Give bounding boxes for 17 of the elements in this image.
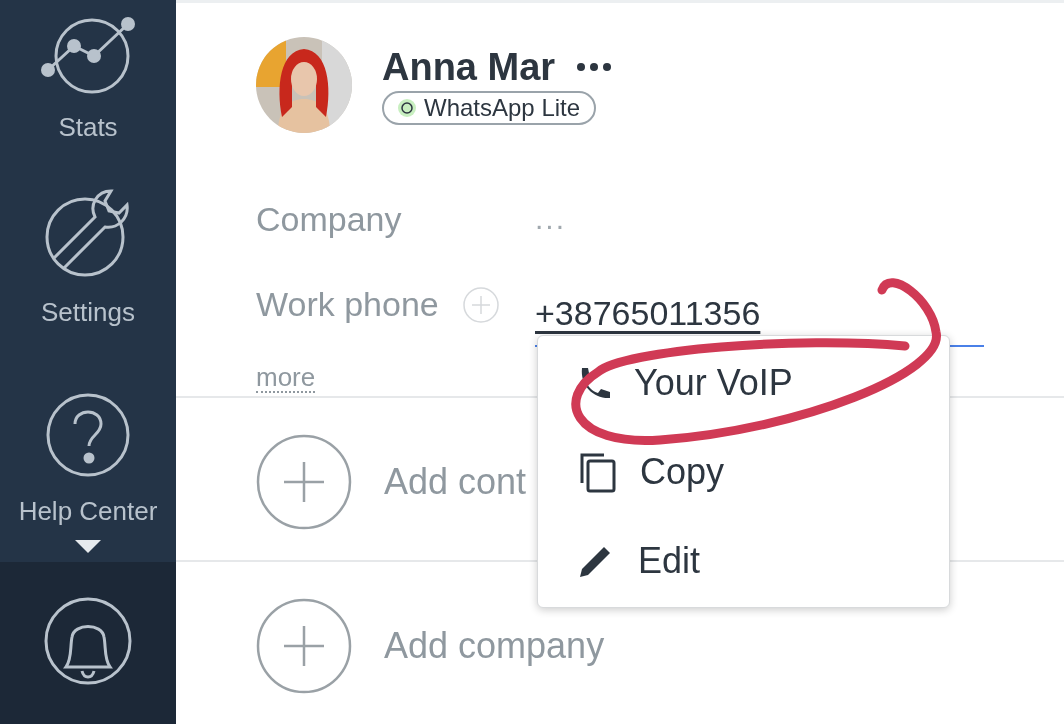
add-icon[interactable]	[462, 286, 499, 323]
sidebar-item[interactable]: Help Center	[0, 335, 176, 562]
more-options-icon[interactable]	[577, 63, 612, 71]
contact-name: Anna Mar	[382, 45, 556, 89]
field-label: Work phone	[256, 285, 439, 324]
sidebar-item[interactable]: Settings	[0, 150, 176, 335]
phone-link[interactable]: +38765011356	[535, 294, 761, 333]
menu-item[interactable]: Edit	[538, 516, 949, 605]
help-icon	[45, 392, 131, 478]
field-label: Company	[256, 200, 402, 239]
channel-name: WhatsApp Lite	[424, 94, 581, 122]
sidebar-item[interactable]: Stats	[0, 0, 176, 150]
add-button[interactable]	[256, 598, 352, 694]
chat-icon	[398, 99, 416, 117]
menu-item[interactable]: Copy	[538, 427, 949, 516]
add-button[interactable]	[256, 434, 352, 530]
field-value: ...	[535, 201, 566, 236]
